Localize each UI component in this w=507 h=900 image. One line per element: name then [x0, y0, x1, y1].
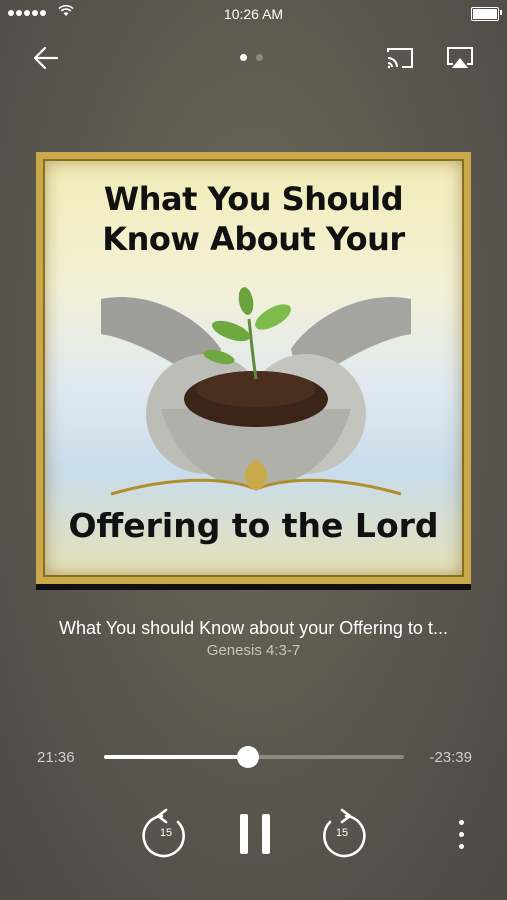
- airplay-button[interactable]: [444, 44, 476, 72]
- track-subtitle: Genesis 4:3-7: [206, 642, 301, 659]
- page-dot[interactable]: [256, 54, 263, 61]
- artwork-bottom-title: Offering to the Lord: [68, 506, 439, 545]
- page-indicator: [240, 54, 263, 61]
- status-bar: 10:26 AM: [0, 0, 507, 26]
- cast-button[interactable]: [384, 44, 416, 72]
- rewind-15-button[interactable]: 15: [142, 808, 190, 860]
- back-button[interactable]: [30, 42, 62, 74]
- track-title: What You should Know about your Offering…: [59, 618, 448, 638]
- progress-slider[interactable]: [104, 746, 404, 768]
- elapsed-time: 21:36: [37, 749, 75, 766]
- forward-15-button[interactable]: 15: [318, 808, 366, 860]
- page-dot-active[interactable]: [240, 54, 247, 61]
- cast-icon: [387, 48, 413, 69]
- player-topbar: [0, 38, 507, 78]
- album-artwork: What You Should Know About Your Offering…: [36, 152, 471, 584]
- more-vertical-icon-dot: [459, 844, 464, 849]
- artwork-title-line2: Know About Your: [102, 220, 405, 258]
- battery-tip: [500, 10, 502, 15]
- rewind-label: 15: [159, 827, 173, 839]
- artwork-title-line1: What You Should: [103, 180, 404, 218]
- progress-thumb[interactable]: [237, 746, 259, 768]
- more-vertical-icon: [459, 820, 464, 825]
- arrow-left-icon: [33, 46, 59, 70]
- remaining-time: -23:39: [429, 749, 472, 766]
- battery-icon: [471, 7, 499, 21]
- pause-icon-bar-left: [240, 814, 248, 854]
- more-vertical-icon-dot: [459, 832, 464, 837]
- playback-controls: 15 15: [0, 808, 507, 860]
- more-options-button[interactable]: [452, 816, 472, 852]
- status-time: 10:26 AM: [223, 6, 284, 22]
- pause-icon-bar-right: [262, 814, 270, 854]
- progress-fill: [104, 755, 248, 759]
- forward-label: 15: [335, 827, 349, 839]
- cupped-hands-illustration: [101, 287, 411, 496]
- artwork-title: What You Should Know About Your: [43, 179, 464, 259]
- airplay-icon: [447, 47, 473, 68]
- pause-button[interactable]: [236, 812, 272, 856]
